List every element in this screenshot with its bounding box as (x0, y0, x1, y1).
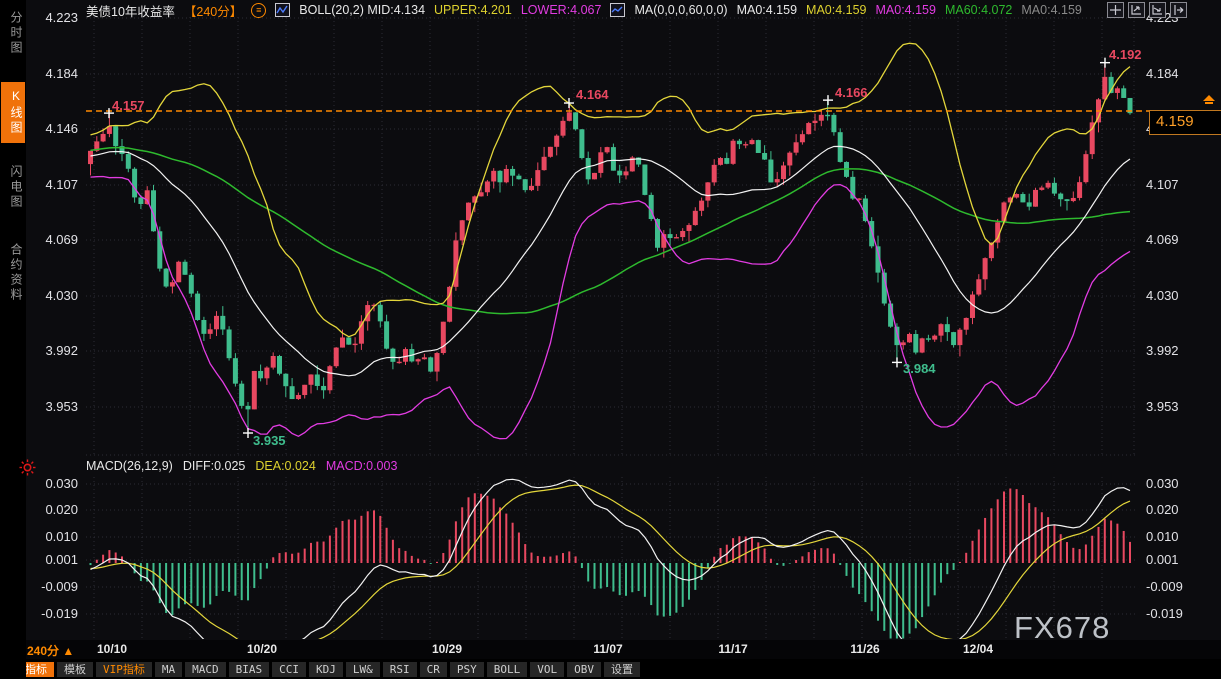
ma-value-4: MA0:4.159 (1021, 3, 1081, 17)
macd-tick-l-5: -0.019 (30, 606, 78, 621)
timeframe-label[interactable]: 240分 ▲ (27, 642, 74, 659)
period-label[interactable]: 【240分】 (184, 1, 242, 20)
ma-value-3: MA60:4.072 (945, 3, 1012, 17)
restore-axis-icon[interactable] (1128, 2, 1145, 18)
ma-value-1: MA0:4.159 (806, 3, 866, 17)
boll-lower-value: LOWER:4.067 (521, 3, 602, 17)
sidebar-tab-kline-chart[interactable]: K线图 (1, 82, 25, 143)
macd-tick-l-0: 0.030 (30, 476, 78, 491)
price-annotation-3.984: 3.984 (903, 361, 936, 376)
macd-tick-l-3: 0.001 (30, 552, 78, 567)
date-label-10-10: 10/10 (97, 642, 127, 656)
macd-tick-r-4: -0.009 (1146, 579, 1194, 594)
price-tick-l-4: 4.069 (30, 232, 78, 247)
crosshair-icon[interactable] (1107, 2, 1124, 18)
ma-params-label: MA(0,0,0,60,0,0) (634, 3, 727, 17)
ma-value-0: MA0:4.159 (737, 3, 797, 17)
indicator-settings-icon[interactable] (19, 459, 36, 481)
toolbar-button-RSI[interactable]: RSI (383, 662, 417, 677)
sidebar-tab-flash-chart[interactable]: 闪电图 (1, 158, 25, 217)
macd-dea-value: DEA:0.024 (255, 459, 315, 473)
price-tick-r-1: 4.184 (1146, 66, 1194, 81)
date-label-12-04: 12/04 (963, 642, 993, 656)
price-tick-l-3: 4.107 (30, 177, 78, 192)
price-tick-l-7: 3.953 (30, 399, 78, 414)
ma-value-2: MA0:4.159 (876, 3, 936, 17)
boll-mini-chart-icon[interactable] (275, 3, 290, 17)
date-label-11-17: 11/17 (718, 642, 747, 656)
toolbar-button-LW&[interactable]: LW& (346, 662, 380, 677)
date-label-11-07: 11/07 (593, 642, 622, 656)
price-tick-r-7: 3.953 (1146, 399, 1194, 414)
toolbar-button-VOL[interactable]: VOL (530, 662, 564, 677)
price-tick-r-5: 4.030 (1146, 288, 1194, 303)
price-tick-l-6: 3.992 (30, 343, 78, 358)
price-annotation-4.157: 4.157 (112, 98, 145, 113)
price-tick-r-3: 4.107 (1146, 177, 1194, 192)
price-annotation-4.166: 4.166 (835, 85, 868, 100)
price-tick-r-6: 3.992 (1146, 343, 1194, 358)
chart-header: 美债10年收益率 【240分】 ≡ BOLL(20,2) MID:4.134 U… (86, 2, 1082, 18)
toolbar-button-设置[interactable]: 设置 (604, 662, 640, 677)
x-axis-row: 240分 ▲ 10/10 10/20 10/29 11/07 11/17 11/26 12/… (0, 640, 1221, 659)
toolbar-button-MA[interactable]: MA (155, 662, 182, 677)
jump-latest-icon[interactable] (1170, 2, 1187, 18)
symbol-title: 美债10年收益率 (86, 1, 175, 20)
price-tick-l-5: 4.030 (30, 288, 78, 303)
macd-tick-r-5: -0.019 (1146, 606, 1194, 621)
sidebar-tab-time-chart[interactable]: 分时图 (1, 4, 25, 63)
sidebar-tab-contract-info[interactable]: 合约资料 (1, 236, 25, 310)
toolbar-button-PSY[interactable]: PSY (450, 662, 484, 677)
macd-tick-r-0: 0.030 (1146, 476, 1194, 491)
boll-values: BOLL(20,2) MID:4.134 (299, 3, 425, 17)
trading-app-window: 分时图 K线图闪电图合约资料 美债10年收益率 【240分】 ≡ BOLL(20,… (0, 0, 1221, 679)
price-tick-l-0: 4.223 (30, 10, 78, 25)
toolbar-button-VIP指标[interactable]: VIP指标 (96, 662, 152, 677)
current-price-box: 4.159 (1149, 110, 1221, 135)
toolbar-button-KDJ[interactable]: KDJ (309, 662, 343, 677)
ma-mini-chart-icon[interactable] (610, 3, 625, 17)
macd-tick-l-2: 0.010 (30, 529, 78, 544)
price-tick-r-4: 4.069 (1146, 232, 1194, 247)
date-label-10-20: 10/20 (247, 642, 277, 656)
chart-canvas[interactable] (0, 0, 1221, 679)
macd-tick-l-1: 0.020 (30, 502, 78, 517)
price-annotation-4.164: 4.164 (576, 87, 609, 102)
date-label-11-26: 11/26 (850, 642, 879, 656)
toolbar-button-MACD[interactable]: MACD (185, 662, 226, 677)
boll-upper-value: UPPER:4.201 (434, 3, 512, 17)
price-annotation-3.935: 3.935 (253, 433, 286, 448)
toolbar-button-BIAS[interactable]: BIAS (229, 662, 270, 677)
macd-macd-value: MACD:0.003 (326, 459, 398, 473)
macd-tick-r-3: 0.001 (1146, 552, 1194, 567)
toolbar-button-BOLL[interactable]: BOLL (487, 662, 528, 677)
date-label-10-29: 10/29 (432, 642, 462, 656)
macd-tick-l-4: -0.009 (30, 579, 78, 594)
macd-tick-r-1: 0.020 (1146, 502, 1194, 517)
toolbar-button-CR[interactable]: CR (420, 662, 447, 677)
price-up-arrow-icon (1202, 95, 1216, 113)
macd-tick-r-2: 0.010 (1146, 529, 1194, 544)
toolbar-button-模板[interactable]: 模板 (57, 662, 93, 677)
chart-tool-icons (1107, 2, 1187, 18)
left-sidebar: 分时图 K线图闪电图合约资料 (0, 0, 26, 679)
price-tick-l-1: 4.184 (30, 66, 78, 81)
ma-values: MA0:4.159 MA0:4.159 MA0:4.159 MA60:4.072 MA0… (737, 3, 1082, 17)
pan-right-icon[interactable] (1149, 2, 1166, 18)
macd-diff-value: DIFF:0.025 (183, 459, 246, 473)
indicator-toolbar: 指标模板VIP指标MAMACDBIASCCIKDJLW&RSICRPSYBOLL… (18, 660, 1221, 679)
toolbar-button-CCI[interactable]: CCI (272, 662, 306, 677)
price-tick-l-2: 4.146 (30, 121, 78, 136)
macd-header: MACD(26,12,9) DIFF:0.025 DEA:0.024 MACD:… (86, 459, 397, 473)
period-menu-icon[interactable]: ≡ (251, 3, 266, 18)
macd-params-label: MACD(26,12,9) (86, 459, 173, 473)
price-annotation-4.192: 4.192 (1109, 47, 1142, 62)
toolbar-button-OBV[interactable]: OBV (567, 662, 601, 677)
